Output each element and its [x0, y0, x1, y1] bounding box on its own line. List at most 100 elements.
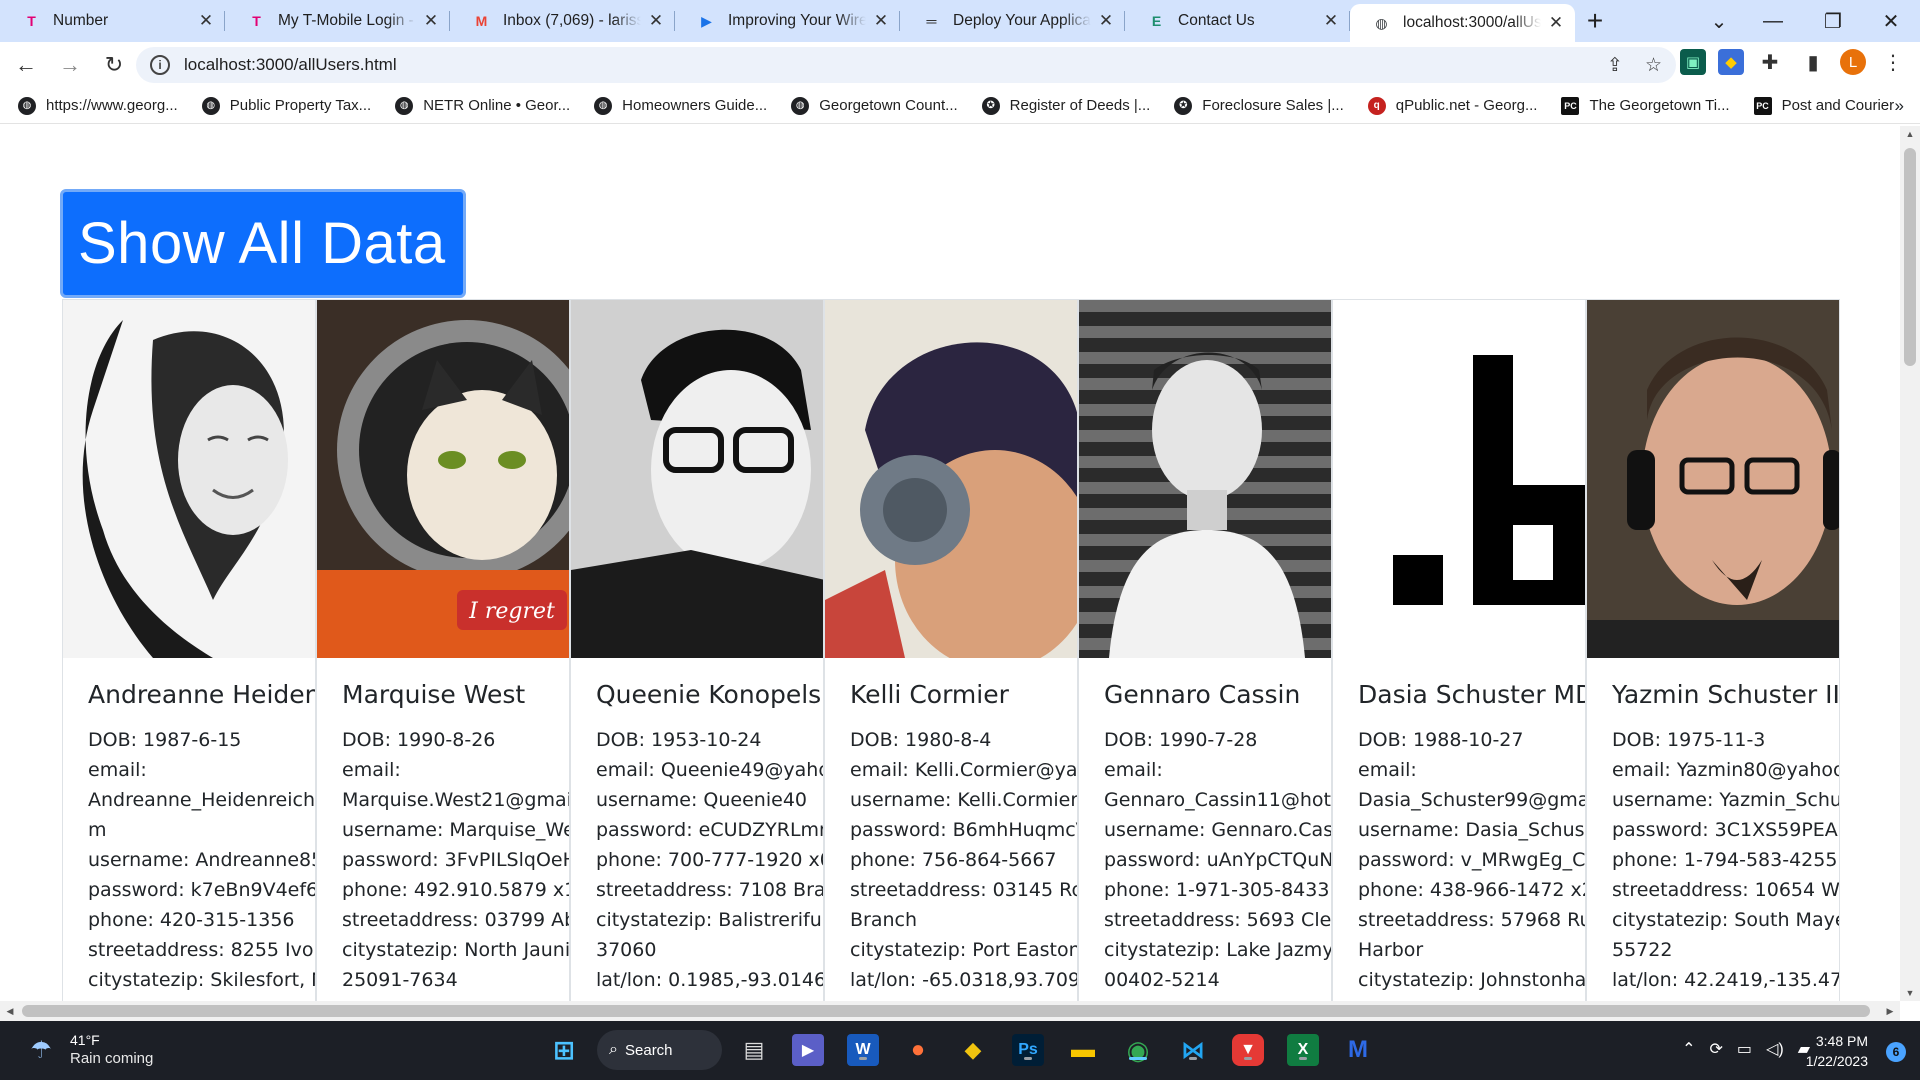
show-all-data-button[interactable]: Show All Data — [60, 189, 466, 298]
photoshop-icon[interactable]: Ps — [1012, 1034, 1044, 1066]
git-icon[interactable]: ◆ — [957, 1034, 989, 1066]
site-info-icon[interactable]: i — [150, 55, 170, 75]
close-tab-icon[interactable]: ✕ — [872, 11, 890, 30]
tab-search-icon[interactable]: ⌄ — [1694, 0, 1744, 42]
notification-badge[interactable]: 6 — [1886, 1042, 1906, 1062]
user-field: username: Marquise_West — [342, 819, 569, 841]
chevron-up-icon[interactable]: ⌃ — [1682, 1039, 1695, 1059]
bookmark-item[interactable]: ◍ NETR Online • Geor... — [395, 96, 571, 115]
scrollbar-thumb[interactable] — [22, 1005, 1870, 1017]
browser-tab[interactable]: M Inbox (7,069) - larissa ✕ — [450, 0, 675, 42]
vscode-icon[interactable]: ⋈ — [1177, 1034, 1209, 1066]
user-card: Queenie Konopelski DOB: 1953-10-24 email: … — [570, 299, 824, 1001]
user-field: citystatezip: Skilesfort, NC — [88, 969, 315, 991]
user-field: streetaddress: 10654 Will Dale — [1612, 879, 1839, 901]
task-view-icon[interactable]: ▤ — [738, 1034, 770, 1066]
card-body: Gennaro Cassin DOB: 1990-7-28 email: Gennar… — [1079, 658, 1331, 995]
scroll-right-icon[interactable]: ▶ — [1882, 1001, 1898, 1021]
tab-title: Inbox (7,069) - larissa — [503, 12, 641, 29]
close-tab-icon[interactable]: ✕ — [1547, 13, 1565, 32]
close-tab-icon[interactable]: ✕ — [1097, 11, 1115, 30]
bookmark-item[interactable]: ◍ Homeowners Guide... — [594, 96, 768, 115]
volume-icon[interactable]: ◁) — [1766, 1039, 1784, 1059]
user-card: Yazmin Schuster II DOB: 1975-11-3 email: Y… — [1586, 299, 1840, 1001]
sync-icon[interactable]: ⟳ — [1710, 1039, 1723, 1059]
vertical-scrollbar[interactable]: ▲ ▼ — [1900, 126, 1920, 1001]
share-icon[interactable]: ⇪ — [1607, 54, 1623, 77]
user-field: password: eCUDZYRLmmf — [596, 819, 823, 841]
bookmark-item[interactable]: ✪ Register of Deeds |... — [981, 96, 1150, 115]
close-tab-icon[interactable]: ✕ — [1322, 11, 1340, 30]
scroll-down-icon[interactable]: ▼ — [1900, 985, 1920, 1001]
side-panel-icon[interactable]: ▮ — [1800, 49, 1826, 75]
more-bookmarks-icon[interactable]: » — [1895, 88, 1904, 124]
browser-tab[interactable]: T Number ✕ — [0, 0, 225, 42]
maximize-icon[interactable]: ❐ — [1808, 0, 1858, 42]
browser-tab[interactable]: ═ Deploy Your Applicati ✕ — [900, 0, 1125, 42]
user-field: password: 3C1XS59PEAR59kK — [1612, 819, 1839, 841]
url-text[interactable]: localhost:3000/allUsers.html — [184, 55, 397, 75]
bookmark-item[interactable]: ◍ Public Property Tax... — [201, 96, 371, 115]
word-icon[interactable]: W — [847, 1034, 879, 1066]
user-card: Kelli Cormier DOB: 1980-8-4 email: Kelli.C… — [824, 299, 1078, 1001]
back-icon[interactable]: ← — [8, 47, 44, 83]
user-field: email: — [88, 759, 147, 781]
file-explorer-icon[interactable]: ▬ — [1067, 1034, 1099, 1066]
bookmark-item[interactable]: ◍ https://www.georg... — [18, 96, 178, 115]
user-name: Queenie Konopelski — [596, 680, 823, 709]
new-tab-icon[interactable]: + — [1575, 0, 1615, 42]
browser-tab[interactable]: ▶ Improving Your Wirele ✕ — [675, 0, 900, 42]
puzzle-icon[interactable]: ✚ — [1757, 49, 1783, 75]
minimize-icon[interactable]: — — [1748, 0, 1798, 42]
browser-tab[interactable]: E Contact Us ✕ — [1125, 0, 1350, 42]
user-field: DOB: 1990-7-28 — [1104, 729, 1258, 751]
user-field: lat/lon: -65.0318,93.7099 — [850, 969, 1077, 991]
windows-start-icon[interactable]: ⊞ — [548, 1034, 580, 1066]
horizontal-scrollbar[interactable]: ◀ ▶ — [0, 1001, 1900, 1021]
close-tab-icon[interactable]: ✕ — [422, 11, 440, 30]
scrollbar-thumb[interactable] — [1904, 148, 1916, 366]
scroll-up-icon[interactable]: ▲ — [1900, 126, 1920, 142]
user-photo: I regret — [317, 300, 569, 658]
bookmark-star-icon[interactable]: ☆ — [1645, 54, 1662, 77]
user-field: citystatezip: Johnstonhave — [1358, 969, 1585, 991]
gmail-icon: M — [475, 13, 488, 29]
taskbar-search[interactable]: ⌕ Search — [597, 1030, 722, 1070]
e-icon: E — [1151, 13, 1162, 29]
bookmark-item[interactable]: PC The Georgetown Ti... — [1561, 96, 1730, 115]
system-clock[interactable]: 3:48 PM 1/22/2023 — [1806, 1031, 1868, 1071]
bookmark-label: Homeowners Guide... — [622, 97, 768, 114]
bookmark-item[interactable]: ✪ Foreclosure Sales |... — [1174, 96, 1344, 115]
extension-icon[interactable]: ▣ — [1680, 49, 1706, 75]
bookmark-item[interactable]: q qPublic.net - Georg... — [1367, 96, 1537, 115]
extension-icon[interactable]: ◆ — [1718, 49, 1744, 75]
bookmark-item[interactable]: ◍ Georgetown Count... — [791, 96, 958, 115]
user-photo — [825, 300, 1077, 658]
browser-tab[interactable]: T My T-Mobile Login - T ✕ — [225, 0, 450, 42]
bookmark-label: NETR Online • Geor... — [423, 97, 571, 114]
network-icon[interactable]: ▭ — [1737, 1039, 1752, 1059]
bookmark-item[interactable]: PC Post and Courier — [1753, 96, 1894, 115]
chrome-icon[interactable]: ◉ — [1122, 1034, 1154, 1066]
scroll-left-icon[interactable]: ◀ — [2, 1001, 18, 1021]
brave-icon[interactable]: ▼ — [1232, 1034, 1264, 1066]
malwarebytes-icon[interactable]: M — [1342, 1034, 1374, 1066]
close-tab-icon[interactable]: ✕ — [647, 11, 665, 30]
user-field: DOB: 1988-10-27 — [1358, 729, 1524, 751]
reload-icon[interactable]: ↻ — [96, 47, 132, 83]
close-tab-icon[interactable]: ✕ — [197, 11, 215, 30]
user-name: Gennaro Cassin — [1104, 680, 1301, 709]
weather-widget[interactable]: ☂ 41°F Rain coming — [24, 1031, 153, 1069]
menu-icon[interactable]: ⋮ — [1880, 49, 1906, 75]
forward-icon[interactable]: → — [52, 47, 88, 83]
excel-icon[interactable]: X — [1287, 1034, 1319, 1066]
globe-icon: ◍ — [395, 96, 414, 115]
close-window-icon[interactable]: ✕ — [1866, 0, 1916, 42]
browser-tab[interactable]: ◍ localhost:3000/allUse ✕ — [1350, 4, 1575, 42]
address-bar[interactable]: i localhost:3000/allUsers.html ⇪ ☆ — [136, 47, 1676, 83]
user-field: phone: 756-864-5667 — [850, 849, 1057, 871]
teams-icon[interactable]: ▶ — [792, 1034, 824, 1066]
profile-avatar[interactable]: L — [1840, 49, 1866, 75]
search-label: Search — [625, 1041, 673, 1059]
firefox-icon[interactable]: ● — [902, 1034, 934, 1066]
